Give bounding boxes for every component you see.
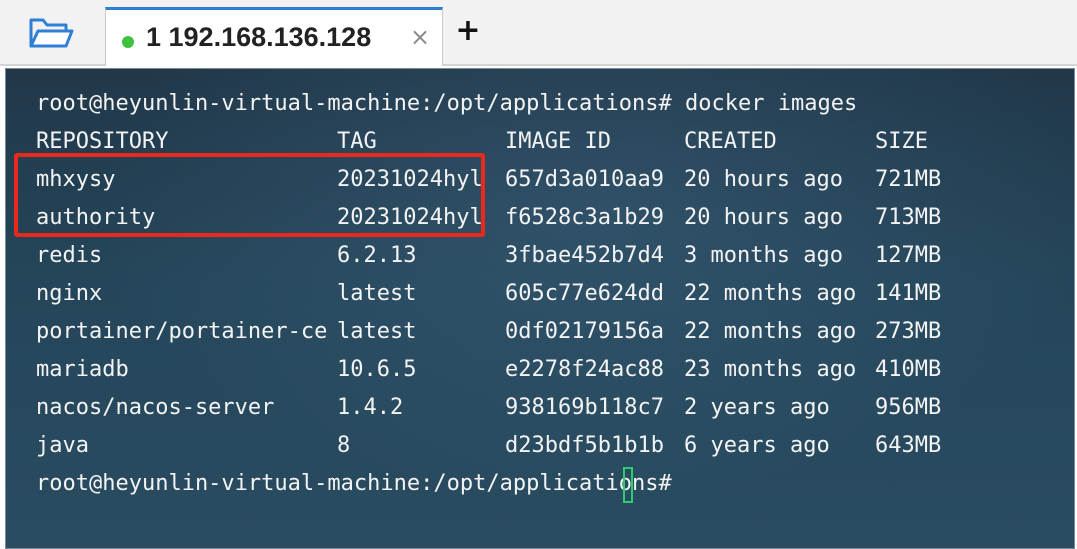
open-session-button[interactable] <box>26 14 76 54</box>
row-size: 713MB <box>875 205 942 230</box>
row-repository: portainer/portainer-ce <box>36 319 328 344</box>
row-created: 2 years ago <box>684 395 830 420</box>
row-size: 643MB <box>875 433 942 458</box>
row-repository: mariadb <box>36 357 129 382</box>
row-tag: 8 <box>337 433 351 458</box>
row-size: 127MB <box>875 243 942 268</box>
row-repository: redis <box>36 243 103 268</box>
row-image-id: 3fbae452b7d4 <box>505 243 664 268</box>
command-line: root@heyunlin-virtual-machine:/opt/appli… <box>36 91 858 116</box>
row-size: 721MB <box>875 167 942 192</box>
row-size: 273MB <box>875 319 942 344</box>
row-tag: 10.6.5 <box>337 357 417 382</box>
tab-session-active[interactable]: 1 192.168.136.128 × <box>105 7 443 66</box>
row-tag: latest <box>337 281 417 306</box>
header-size: SIZE <box>875 129 928 154</box>
row-image-id: e2278f24ac88 <box>505 357 664 382</box>
row-repository: nacos/nacos-server <box>36 395 275 420</box>
header-created: CREATED <box>684 129 777 154</box>
row-tag: 1.4.2 <box>337 395 404 420</box>
new-tab-button[interactable]: + <box>454 16 482 46</box>
row-repository: nginx <box>36 281 103 306</box>
close-tab-icon[interactable]: × <box>408 24 432 50</box>
tab-bar: 1 192.168.136.128 × + <box>0 0 1077 66</box>
terminal-area[interactable]: root@heyunlin-virtual-machine:/opt/appli… <box>5 68 1075 549</box>
row-image-id: 938169b118c7 <box>505 395 664 420</box>
row-size: 956MB <box>875 395 942 420</box>
header-image-id: IMAGE ID <box>505 129 611 154</box>
row-tag: latest <box>337 319 417 344</box>
tab-label: 1 192.168.136.128 <box>146 22 372 52</box>
row-created: 20 hours ago <box>684 205 843 230</box>
row-size: 410MB <box>875 357 942 382</box>
row-tag: 6.2.13 <box>337 243 417 268</box>
shell-prompt: root@heyunlin-virtual-machine:/opt/appli… <box>36 471 672 496</box>
row-image-id: 657d3a010aa9 <box>505 167 664 192</box>
row-image-id: 0df02179156a <box>505 319 664 344</box>
row-created: 22 months ago <box>684 281 857 306</box>
row-created: 22 months ago <box>684 319 857 344</box>
row-created: 6 years ago <box>684 433 830 458</box>
highlight-annotation-box <box>14 153 485 237</box>
row-created: 23 months ago <box>684 357 857 382</box>
row-image-id: 605c77e624dd <box>505 281 664 306</box>
folder-open-icon <box>28 14 74 54</box>
row-repository: java <box>36 433 89 458</box>
row-created: 20 hours ago <box>684 167 843 192</box>
text-cursor <box>623 467 633 503</box>
row-image-id: d23bdf5b1b1b <box>505 433 664 458</box>
row-size: 141MB <box>875 281 942 306</box>
row-created: 3 months ago <box>684 243 843 268</box>
connection-status-icon <box>122 36 134 48</box>
row-image-id: f6528c3a1b29 <box>505 205 664 230</box>
